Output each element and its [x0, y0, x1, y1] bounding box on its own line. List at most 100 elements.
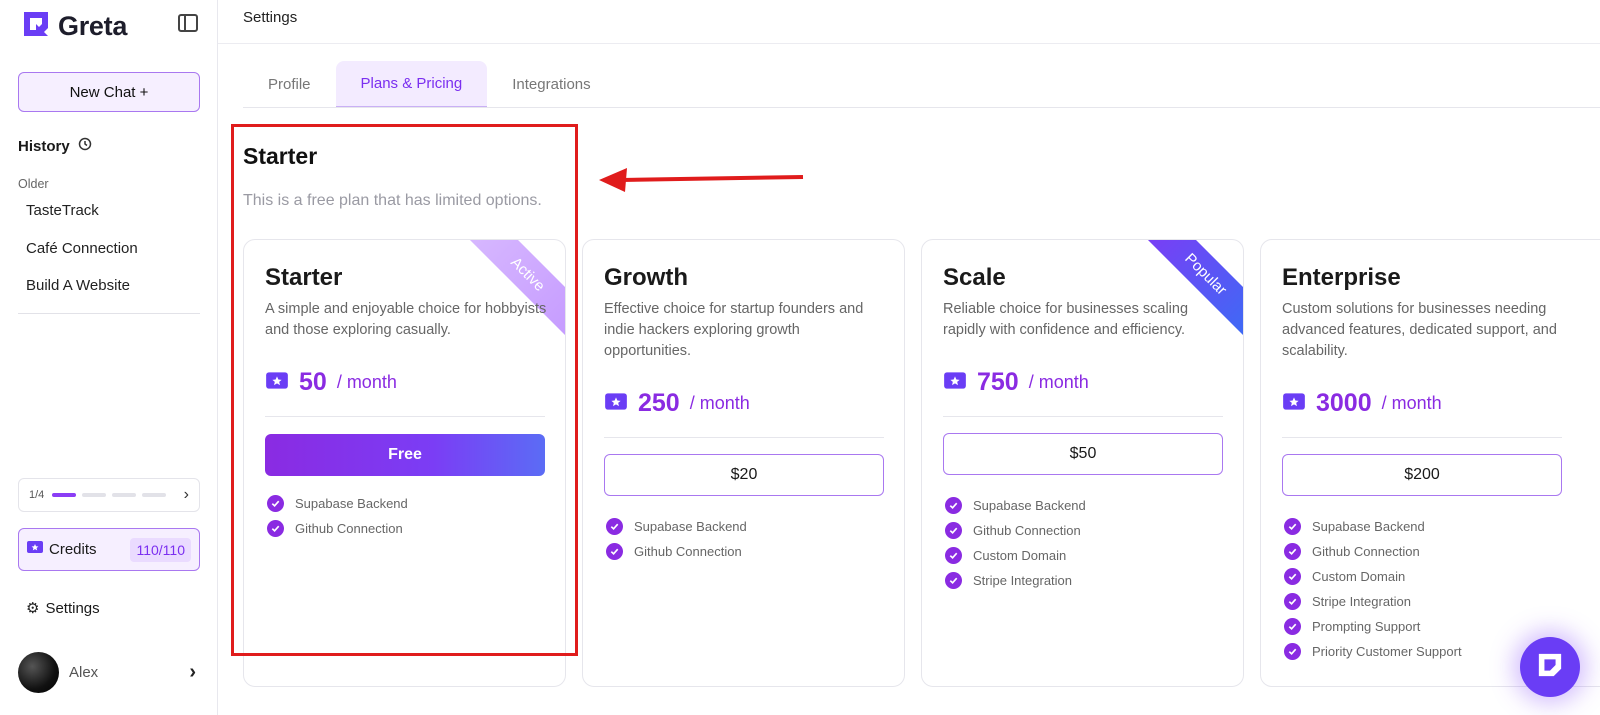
price-unit: / month — [1028, 372, 1089, 392]
check-icon — [606, 543, 623, 560]
check-icon — [1284, 568, 1301, 585]
header-divider — [218, 43, 1600, 44]
plan-description: Effective choice for startup founders an… — [604, 301, 864, 359]
settings-link[interactable]: ⚙ Settings — [26, 599, 100, 618]
plan-select-button[interactable]: $20 — [604, 454, 884, 496]
plan-price: 250 / month — [604, 389, 750, 418]
check-icon — [267, 520, 284, 537]
tab-integrations[interactable]: Integrations — [487, 61, 615, 108]
plan-name: Starter — [265, 264, 343, 291]
progress-segment — [142, 493, 167, 497]
tab-profile[interactable]: Profile — [243, 61, 336, 108]
price-unit: / month — [336, 372, 397, 392]
sidebar-toggle-icon[interactable] — [178, 14, 198, 32]
feature-label: Github Connection — [1312, 544, 1420, 559]
app-name: Greta — [58, 11, 128, 41]
plan-name: Growth — [604, 264, 688, 291]
plan-price: 50 / month — [265, 368, 397, 397]
plan-select-button[interactable]: $200 — [1282, 454, 1562, 496]
card-divider — [943, 416, 1223, 417]
assistant-fab-button[interactable] — [1520, 637, 1580, 697]
plan-description: Reliable choice for businesses scaling r… — [943, 301, 1189, 338]
feature-item: Stripe Integration — [945, 568, 1086, 593]
check-icon — [606, 518, 623, 535]
plan-card-growth: Growth Effective choice for startup foun… — [582, 239, 905, 687]
progress-segment — [52, 493, 77, 497]
tabs-divider — [243, 107, 1600, 108]
new-chat-button[interactable]: New Chat + — [18, 72, 200, 112]
feature-item: Supabase Backend — [606, 514, 747, 539]
brand[interactable]: Greta — [22, 10, 127, 43]
history-item[interactable]: Build A Website — [26, 277, 130, 294]
avatar — [18, 651, 59, 693]
feature-item: Custom Domain — [1284, 564, 1462, 589]
user-name: Alex — [69, 663, 99, 681]
feature-label: Supabase Backend — [634, 519, 747, 534]
chevron-right-icon[interactable]: › — [189, 661, 196, 684]
feature-item: Github Connection — [1284, 539, 1462, 564]
price-value: 3000 — [1316, 389, 1372, 417]
price-unit: / month — [1381, 393, 1442, 413]
page-title: Settings — [243, 9, 298, 26]
check-icon — [945, 497, 962, 514]
check-icon — [1284, 543, 1301, 560]
plan-description: Custom solutions for businesses needing … — [1282, 301, 1557, 359]
check-icon — [1284, 518, 1301, 535]
plan-name: Enterprise — [1282, 264, 1401, 291]
check-icon — [1284, 593, 1301, 610]
feature-list: Supabase Backend Github Connection — [606, 514, 747, 564]
check-icon — [1284, 643, 1301, 660]
onboarding-progress[interactable]: 1/4 › — [18, 478, 200, 512]
ticket-icon — [27, 540, 43, 559]
section-title: Starter — [243, 143, 318, 169]
plan-card-scale: Popular Scale Reliable choice for busine… — [921, 239, 1244, 687]
feature-item: Github Connection — [945, 518, 1086, 543]
check-icon — [945, 547, 962, 564]
settings-label: Settings — [45, 599, 100, 617]
greta-logo-icon — [1537, 652, 1563, 683]
check-icon — [945, 522, 962, 539]
check-icon — [945, 572, 962, 589]
feature-item: Priority Customer Support — [1284, 639, 1462, 664]
feature-item: Supabase Backend — [945, 493, 1086, 518]
feature-label: Supabase Backend — [973, 498, 1086, 513]
plan-select-button[interactable]: Free — [265, 434, 545, 476]
feature-list: Supabase Backend Github Connection Custo… — [945, 493, 1086, 593]
history-label: History — [18, 137, 70, 155]
section-subtitle: This is a free plan that has limited opt… — [243, 192, 542, 209]
feature-label: Supabase Backend — [1312, 519, 1425, 534]
history-item[interactable]: Café Connection — [26, 240, 138, 257]
older-group-label: Older — [18, 177, 49, 191]
app-root: Greta New Chat + History Older TasteTrac… — [0, 0, 1600, 715]
credits-panel[interactable]: Credits 110/110 — [18, 528, 200, 571]
plan-name: Scale — [943, 264, 1006, 291]
sidebar: Greta New Chat + History Older TasteTrac… — [0, 0, 218, 715]
chevron-right-icon[interactable]: › — [184, 486, 189, 504]
feature-label: Priority Customer Support — [1312, 644, 1462, 659]
history-header: History — [18, 137, 92, 155]
card-divider — [604, 437, 884, 438]
greta-logo-icon — [22, 10, 50, 43]
feature-item: Supabase Backend — [1284, 514, 1462, 539]
progress-label: 1/4 — [29, 489, 45, 501]
plan-price: 750 / month — [943, 368, 1089, 397]
ticket-icon — [265, 371, 289, 395]
user-profile-row[interactable]: Alex › — [18, 651, 200, 693]
history-clock-icon[interactable] — [78, 137, 92, 155]
sidebar-divider — [18, 313, 200, 314]
ticket-icon — [604, 392, 628, 416]
tab-plans-pricing[interactable]: Plans & Pricing — [335, 61, 488, 108]
feature-item: Supabase Backend — [267, 491, 408, 516]
feature-item: Github Connection — [267, 516, 408, 541]
feature-item: Prompting Support — [1284, 614, 1462, 639]
feature-label: Supabase Backend — [295, 496, 408, 511]
feature-list: Supabase Backend Github Connection — [267, 491, 408, 541]
feature-label: Prompting Support — [1312, 619, 1421, 634]
plan-select-button[interactable]: $50 — [943, 433, 1223, 475]
feature-item: Custom Domain — [945, 543, 1086, 568]
history-item[interactable]: TasteTrack — [26, 202, 99, 219]
feature-label: Github Connection — [295, 521, 403, 536]
feature-list: Supabase Backend Github Connection Custo… — [1284, 514, 1462, 664]
settings-tabs: Profile Plans & Pricing Integrations — [243, 61, 616, 108]
card-divider — [1282, 437, 1562, 438]
